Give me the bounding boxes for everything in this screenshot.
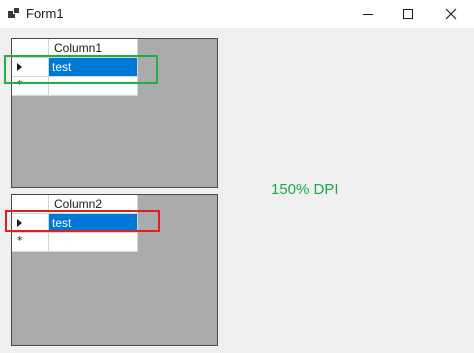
new-row-icon: * bbox=[17, 78, 23, 91]
new-row-icon: * bbox=[17, 234, 23, 247]
maximize-icon bbox=[403, 9, 413, 19]
new-row-header[interactable]: * bbox=[12, 77, 49, 96]
grid-corner-header[interactable] bbox=[12, 39, 49, 58]
new-row-header[interactable]: * bbox=[12, 233, 49, 252]
column-header[interactable]: Column1 bbox=[49, 39, 138, 58]
dpi-annotation-label: 150% DPI bbox=[271, 181, 339, 198]
current-row-arrow-icon bbox=[17, 219, 22, 227]
close-icon bbox=[445, 8, 457, 20]
row-header[interactable] bbox=[12, 214, 49, 233]
data-grid-2[interactable]: Column2 test * bbox=[11, 194, 218, 346]
data-grid-1[interactable]: Column1 test * bbox=[11, 38, 218, 188]
app-icon[interactable] bbox=[8, 7, 20, 19]
close-button[interactable] bbox=[428, 0, 474, 28]
title-bar[interactable]: Form1 bbox=[0, 0, 474, 28]
maximize-button[interactable] bbox=[385, 0, 431, 28]
minimize-icon bbox=[363, 13, 373, 15]
grid-cell-new-row[interactable] bbox=[49, 233, 138, 252]
current-row-arrow-icon bbox=[17, 63, 22, 71]
row-header[interactable] bbox=[12, 58, 49, 77]
grid-cell-new-row[interactable] bbox=[49, 77, 138, 96]
window-title: Form1 bbox=[26, 6, 64, 21]
column-header[interactable]: Column2 bbox=[49, 195, 138, 214]
grid-cell-selected[interactable]: test bbox=[49, 58, 138, 77]
grid-corner-header[interactable] bbox=[12, 195, 49, 214]
grid-cell-selected[interactable]: test bbox=[49, 214, 138, 233]
